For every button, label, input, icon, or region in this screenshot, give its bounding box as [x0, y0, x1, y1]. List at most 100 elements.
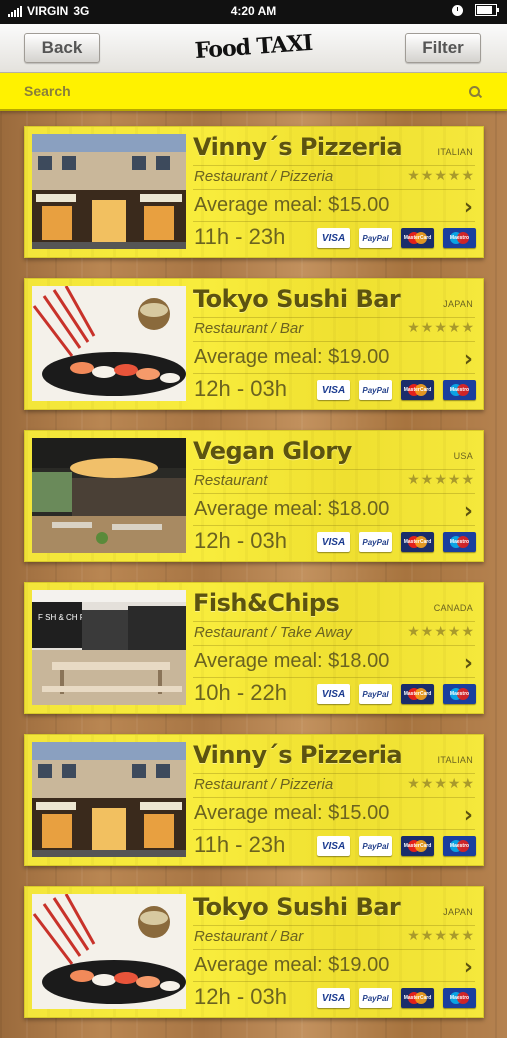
- search-icon[interactable]: [469, 86, 480, 97]
- chevron-right-icon[interactable]: ›: [464, 651, 473, 676]
- payment-methods: VISA PayPal MasterCard Maestro: [317, 228, 476, 248]
- mastercard-badge-icon: MasterCard: [401, 532, 434, 552]
- visa-badge-icon: VISA: [317, 836, 350, 856]
- status-bar: VIRGIN 3G 4:20 AM: [0, 0, 507, 24]
- visa-badge-icon: VISA: [317, 532, 350, 552]
- restaurant-name: Vinny´s Pizzeria: [193, 133, 403, 161]
- restaurant-photo: [32, 438, 186, 553]
- payment-methods: VISA PayPal MasterCard Maestro: [317, 836, 476, 856]
- average-meal: Average meal: $18.00: [194, 498, 390, 520]
- paypal-badge-icon: PayPal: [359, 380, 392, 400]
- divider: [193, 165, 475, 166]
- maestro-badge-icon: Maestro: [443, 532, 476, 552]
- restaurant-photo: [32, 134, 186, 249]
- restaurant-country: USA: [453, 451, 473, 461]
- opening-hours: 11h - 23h: [194, 224, 286, 249]
- restaurant-photo: F SH & CH PS: [32, 590, 186, 705]
- divider: [193, 773, 475, 774]
- divider: [193, 525, 475, 526]
- visa-badge-icon: VISA: [317, 228, 350, 248]
- paypal-badge-icon: PayPal: [359, 836, 392, 856]
- restaurant-country: CANADA: [433, 603, 473, 613]
- filter-button[interactable]: Filter: [405, 33, 481, 63]
- divider: [193, 981, 475, 982]
- opening-hours: 11h - 23h: [194, 832, 286, 857]
- restaurant-card[interactable]: Tokyo Sushi Bar JAPAN Restaurant / Bar ★…: [24, 886, 484, 1018]
- restaurant-type: Restaurant / Pizzeria: [194, 168, 334, 185]
- mastercard-badge-icon: MasterCard: [401, 228, 434, 248]
- chevron-right-icon[interactable]: ›: [464, 803, 473, 828]
- restaurant-country: JAPAN: [443, 907, 473, 917]
- restaurant-list: Vinny´s Pizzeria ITALIAN Restaurant / Pi…: [24, 126, 484, 1038]
- divider: [193, 949, 475, 950]
- divider: [193, 189, 475, 190]
- divider: [193, 645, 475, 646]
- rating-stars: ★★★★★: [407, 776, 475, 792]
- payment-methods: VISA PayPal MasterCard Maestro: [317, 684, 476, 704]
- restaurant-card[interactable]: Tokyo Sushi Bar JAPAN Restaurant / Bar ★…: [24, 278, 484, 410]
- rating-stars: ★★★★★: [407, 928, 475, 944]
- maestro-badge-icon: Maestro: [443, 988, 476, 1008]
- restaurant-card[interactable]: Vegan Glory USA Restaurant ★★★★★ Average…: [24, 430, 484, 562]
- payment-methods: VISA PayPal MasterCard Maestro: [317, 988, 476, 1008]
- visa-badge-icon: VISA: [317, 684, 350, 704]
- restaurant-card[interactable]: Vinny´s Pizzeria ITALIAN Restaurant / Pi…: [24, 126, 484, 258]
- restaurant-photo: [32, 742, 186, 857]
- mastercard-badge-icon: MasterCard: [401, 380, 434, 400]
- restaurant-country: JAPAN: [443, 299, 473, 309]
- paypal-badge-icon: PayPal: [359, 228, 392, 248]
- battery-icon: [475, 4, 499, 16]
- restaurant-name: Tokyo Sushi Bar: [193, 285, 401, 313]
- payment-methods: VISA PayPal MasterCard Maestro: [317, 532, 476, 552]
- rating-stars: ★★★★★: [407, 320, 475, 336]
- average-meal: Average meal: $15.00: [194, 194, 390, 216]
- chevron-right-icon[interactable]: ›: [464, 955, 473, 980]
- opening-hours: 12h - 03h: [194, 528, 287, 553]
- payment-methods: VISA PayPal MasterCard Maestro: [317, 380, 476, 400]
- maestro-badge-icon: Maestro: [443, 684, 476, 704]
- restaurant-country: ITALIAN: [437, 147, 473, 157]
- opening-hours: 10h - 22h: [194, 680, 287, 705]
- maestro-badge-icon: Maestro: [443, 836, 476, 856]
- rating-stars: ★★★★★: [407, 472, 475, 488]
- divider: [193, 925, 475, 926]
- average-meal: Average meal: $19.00: [194, 346, 390, 368]
- chevron-right-icon[interactable]: ›: [464, 195, 473, 220]
- opening-hours: 12h - 03h: [194, 376, 287, 401]
- divider: [193, 469, 475, 470]
- chevron-right-icon[interactable]: ›: [464, 499, 473, 524]
- restaurant-country: ITALIAN: [437, 755, 473, 765]
- restaurant-card[interactable]: Vinny´s Pizzeria ITALIAN Restaurant / Pi…: [24, 734, 484, 866]
- restaurant-photo: [32, 286, 186, 401]
- paypal-badge-icon: PayPal: [359, 532, 392, 552]
- visa-badge-icon: VISA: [317, 988, 350, 1008]
- average-meal: Average meal: $18.00: [194, 650, 390, 672]
- mastercard-badge-icon: MasterCard: [401, 836, 434, 856]
- maestro-badge-icon: Maestro: [443, 228, 476, 248]
- search-bar[interactable]: Search: [0, 73, 507, 111]
- divider: [193, 341, 475, 342]
- divider: [193, 317, 475, 318]
- restaurant-name: Vegan Glory: [193, 437, 352, 465]
- divider: [193, 677, 475, 678]
- nav-bar: Back Food TAXI Filter: [0, 24, 507, 73]
- restaurant-name: Vinny´s Pizzeria: [193, 741, 403, 769]
- divider: [193, 493, 475, 494]
- restaurant-card[interactable]: F SH & CH PS Fish&Chips CANADA Restauran…: [24, 582, 484, 714]
- chevron-right-icon[interactable]: ›: [464, 347, 473, 372]
- restaurant-type: Restaurant: [194, 472, 268, 489]
- restaurant-type: Restaurant / Bar: [194, 320, 304, 337]
- status-time: 4:20 AM: [230, 4, 277, 18]
- alarm-clock-icon: [452, 4, 463, 16]
- divider: [193, 221, 475, 222]
- mastercard-badge-icon: MasterCard: [401, 684, 434, 704]
- search-input[interactable]: Search: [24, 83, 71, 99]
- average-meal: Average meal: $19.00: [194, 954, 390, 976]
- restaurant-type: Restaurant / Pizzeria: [194, 776, 334, 793]
- paypal-badge-icon: PayPal: [359, 684, 392, 704]
- mastercard-badge-icon: MasterCard: [401, 988, 434, 1008]
- rating-stars: ★★★★★: [407, 624, 475, 640]
- divider: [193, 621, 475, 622]
- divider: [193, 829, 475, 830]
- average-meal: Average meal: $15.00: [194, 802, 390, 824]
